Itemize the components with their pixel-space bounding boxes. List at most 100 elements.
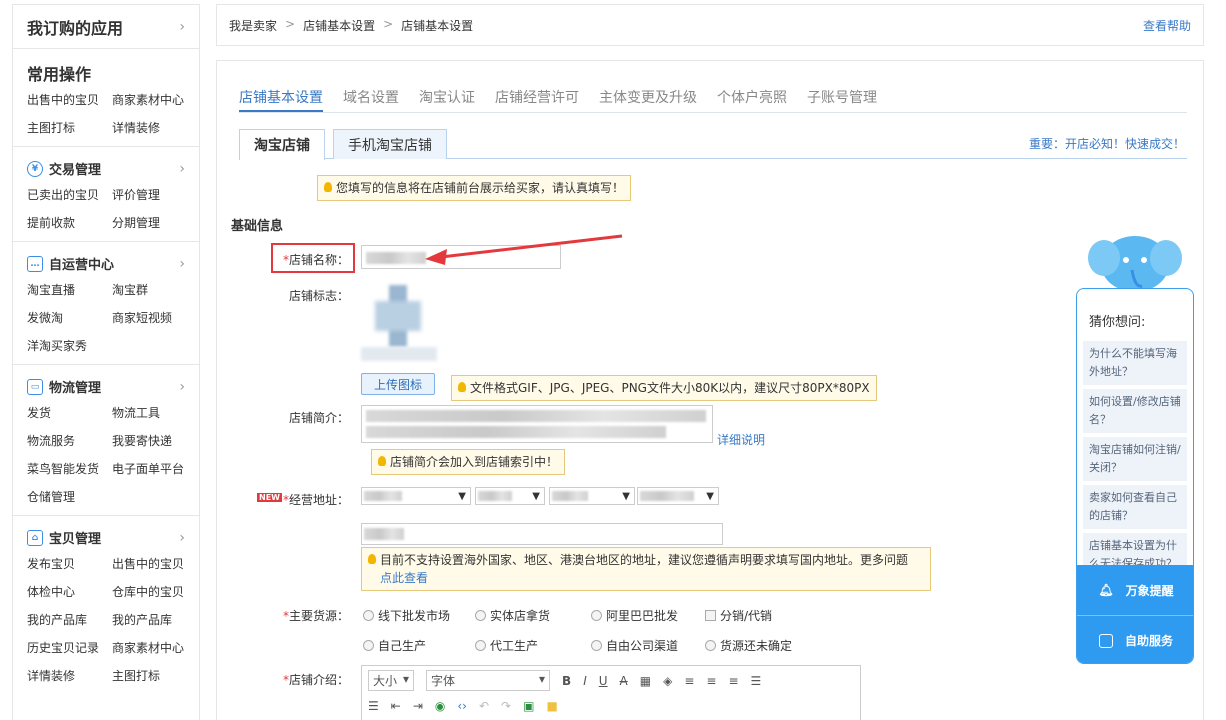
sidebar-link[interactable]: 淘宝直播 xyxy=(27,281,112,298)
tab-taobao-shop[interactable]: 淘宝店铺 xyxy=(239,129,325,160)
sidebar-link[interactable]: 物流服务 xyxy=(27,432,112,449)
strikethrough-icon[interactable]: A xyxy=(620,674,628,688)
breadcrumb-item[interactable]: 店铺基本设置 xyxy=(303,17,375,34)
tab-shop-basic[interactable]: 店铺基本设置 xyxy=(239,87,323,112)
sidebar-link[interactable]: 出售中的宝贝 xyxy=(27,91,112,108)
code-icon[interactable]: ‹› xyxy=(457,699,467,713)
important-link[interactable]: 重要：开店必知！快速成交！ xyxy=(1029,135,1185,152)
source-checkbox[interactable]: 分销/代销 xyxy=(705,607,772,624)
tab-certification[interactable]: 淘宝认证 xyxy=(419,87,475,112)
detail-link[interactable]: 详细说明 xyxy=(717,431,765,448)
tab-sub-account[interactable]: 子账号管理 xyxy=(807,87,877,112)
category-header[interactable]: ⌂ 宝贝管理 › xyxy=(27,528,199,547)
shop-intro-textarea[interactable] xyxy=(361,405,713,443)
indent-icon[interactable]: ⇥ xyxy=(413,699,423,713)
font-family-select[interactable]: 字体 ▾ xyxy=(426,670,551,691)
italic-icon[interactable]: I xyxy=(583,674,587,688)
source-radio[interactable]: 线下批发市场 xyxy=(363,607,450,624)
sidebar-link[interactable]: 出售中的宝贝 xyxy=(112,555,197,572)
help-link[interactable]: 查看帮助 xyxy=(1143,17,1191,34)
sidebar-link[interactable]: 发微淘 xyxy=(27,309,112,326)
city-select[interactable]: ▼ xyxy=(549,487,635,505)
sidebar-link[interactable]: 仓储管理 xyxy=(27,488,112,505)
faq-item[interactable]: 如何设置/修改店铺名？ xyxy=(1083,389,1187,433)
category-header[interactable]: ¥ 交易管理 › xyxy=(27,159,199,178)
sidebar-link[interactable]: 电子面单平台 xyxy=(112,460,197,477)
rich-text-editor[interactable]: 大小 ▾ 字体 ▾ B I U A ▦ ◈ ≡ ≡ ≡ ☰ ☰ ⇤ ⇥ ◉ ‹› ↶… xyxy=(361,665,861,720)
tab-license[interactable]: 店铺经营许可 xyxy=(495,87,579,112)
tab-individual-license[interactable]: 个体户亮照 xyxy=(717,87,787,112)
outdent-icon[interactable]: ⇤ xyxy=(391,699,401,713)
font-size-select[interactable]: 大小 ▾ xyxy=(368,670,415,691)
list-icon[interactable]: ☰ xyxy=(751,674,762,688)
faq-item[interactable]: 淘宝店铺如何注销/关闭？ xyxy=(1083,437,1187,481)
tab-mobile-shop[interactable]: 手机淘宝店铺 xyxy=(333,129,447,159)
sidebar-link[interactable]: 我的产品库 xyxy=(27,611,112,628)
sidebar-header[interactable]: 我订购的应用 › xyxy=(13,5,199,49)
sidebar-link[interactable]: 提前收款 xyxy=(27,214,112,231)
sidebar-link[interactable]: 洋淘买家秀 xyxy=(27,337,112,354)
sidebar-link[interactable]: 菜鸟智能发货 xyxy=(27,460,112,477)
sidebar-link[interactable]: 评价管理 xyxy=(112,186,197,203)
breadcrumb-item[interactable]: 我是卖家 xyxy=(229,17,277,34)
align-right-icon[interactable]: ≡ xyxy=(728,674,738,688)
source-radio[interactable]: 代工生产 xyxy=(475,637,538,654)
align-center-icon[interactable]: ≡ xyxy=(706,674,716,688)
sidebar-link[interactable]: 我的产品库 xyxy=(112,611,197,628)
lightbulb-icon xyxy=(378,456,386,466)
sidebar-link[interactable]: 详情装修 xyxy=(27,667,112,684)
sidebar-link[interactable]: 主图打标 xyxy=(112,667,197,684)
category-header[interactable]: … 自运营中心 › xyxy=(27,254,199,273)
tab-entity-change[interactable]: 主体变更及升级 xyxy=(599,87,697,112)
source-radio[interactable]: 自由公司渠道 xyxy=(591,637,678,654)
district-select[interactable]: ▼ xyxy=(637,487,719,505)
main-panel: 店铺基本设置 域名设置 淘宝认证 店铺经营许可 主体变更及升级 个体户亮照 子账… xyxy=(216,60,1204,720)
align-left-icon[interactable]: ≡ xyxy=(684,674,694,688)
upload-logo-button[interactable]: 上传图标 xyxy=(361,373,435,395)
self-service-button[interactable]: 自助服务 xyxy=(1077,615,1193,663)
category-label: 自运营中心 xyxy=(49,258,115,273)
bold-icon[interactable]: B xyxy=(562,674,571,688)
category-header[interactable]: ▭ 物流管理 › xyxy=(27,377,199,396)
country-select[interactable]: ▼ xyxy=(361,487,471,505)
undo-icon[interactable]: ↶ xyxy=(479,699,489,713)
sidebar-link[interactable]: 已卖出的宝贝 xyxy=(27,186,112,203)
flash-icon[interactable]: ■ xyxy=(546,699,557,713)
sidebar-link[interactable]: 我要寄快递 xyxy=(112,432,197,449)
ordered-list-icon[interactable]: ☰ xyxy=(368,699,379,713)
source-radio[interactable]: 自己生产 xyxy=(363,637,426,654)
section-title: 基础信息 xyxy=(231,219,284,234)
source-radio[interactable]: 实体店拿货 xyxy=(475,607,550,624)
sidebar-link[interactable]: 商家素材中心 xyxy=(112,639,197,656)
image-icon[interactable]: ▣ xyxy=(523,699,534,713)
common-ops: 常用操作 出售中的宝贝 商家素材中心 主图打标 详情装修 xyxy=(13,49,199,147)
fill-color-icon[interactable]: ◈ xyxy=(663,674,672,688)
sidebar-link[interactable]: 分期管理 xyxy=(112,214,197,231)
sidebar-link[interactable]: 发货 xyxy=(27,404,112,421)
sidebar-link[interactable]: 体检中心 xyxy=(27,583,112,600)
remind-button[interactable]: 🔔︎ 万象提醒 xyxy=(1077,565,1193,615)
sidebar-link[interactable]: 淘宝群 xyxy=(112,281,197,298)
table-icon[interactable]: ▦ xyxy=(640,674,651,688)
sidebar-link[interactable]: 主图打标 xyxy=(27,119,112,136)
address-detail-input[interactable] xyxy=(361,523,723,545)
sidebar-link[interactable]: 商家短视频 xyxy=(112,309,197,326)
faq-item[interactable]: 卖家如何查看自己的店铺？ xyxy=(1083,485,1187,529)
province-select[interactable]: ▼ xyxy=(475,487,545,505)
globe-link-icon[interactable]: ◉ xyxy=(435,699,445,713)
chevron-right-icon: › xyxy=(179,529,185,546)
tab-domain[interactable]: 域名设置 xyxy=(343,87,399,112)
redo-icon[interactable]: ↷ xyxy=(501,699,511,713)
sidebar-link[interactable]: 仓库中的宝贝 xyxy=(112,583,197,600)
sidebar-link[interactable]: 详情装修 xyxy=(112,119,197,136)
sidebar-link[interactable]: 历史宝贝记录 xyxy=(27,639,112,656)
sidebar-link[interactable]: 商家素材中心 xyxy=(112,91,197,108)
source-radio[interactable]: 阿里巴巴批发 xyxy=(591,607,678,624)
category-label: 交易管理 xyxy=(49,163,102,178)
address-help-link[interactable]: 点此查看 xyxy=(380,571,428,585)
sidebar-link[interactable]: 物流工具 xyxy=(112,404,197,421)
underline-icon[interactable]: U xyxy=(599,674,608,688)
sidebar-link[interactable]: 发布宝贝 xyxy=(27,555,112,572)
source-radio[interactable]: 货源还未确定 xyxy=(705,637,792,654)
faq-item[interactable]: 为什么不能填写海外地址？ xyxy=(1083,341,1187,385)
